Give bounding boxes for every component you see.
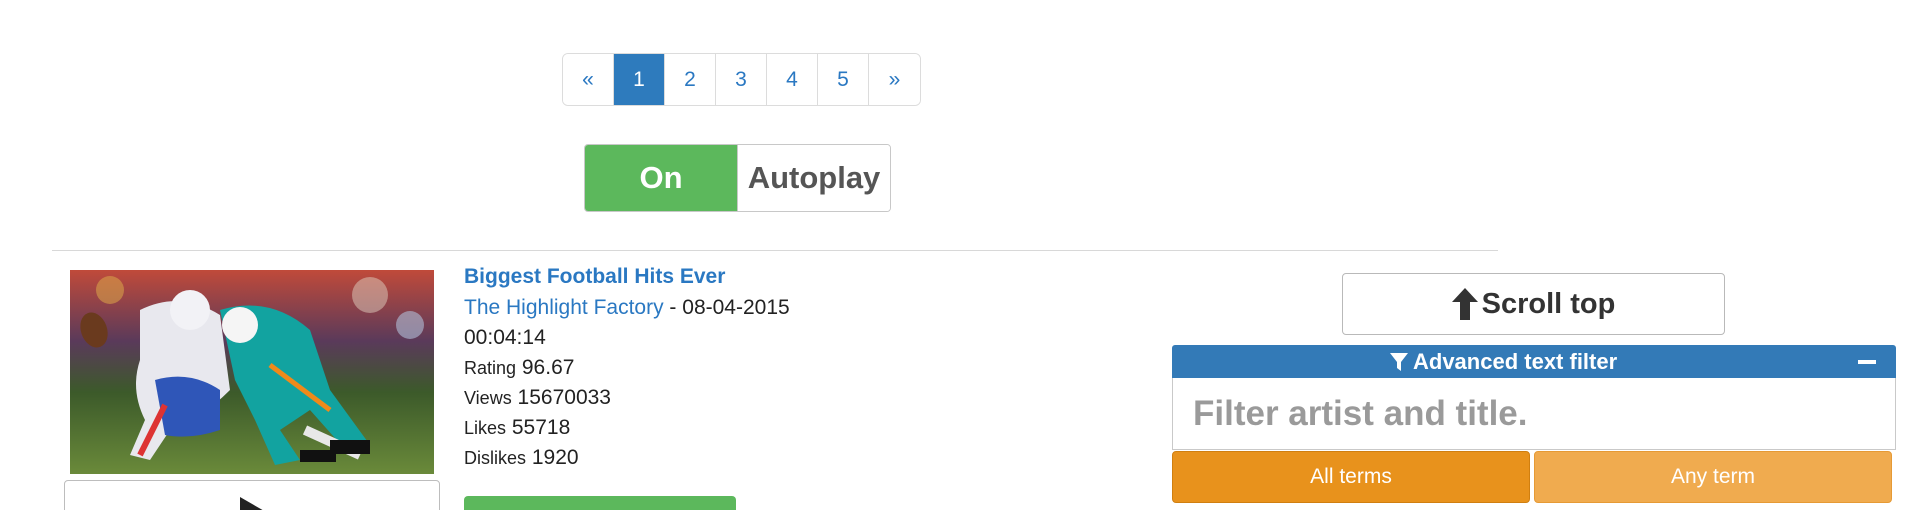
pagination: « 1 2 3 4 5 » [562, 53, 921, 106]
video-likes: Likes 55718 [464, 416, 570, 440]
autoplay-state-on: On [585, 145, 737, 211]
all-terms-button[interactable]: All terms [1172, 451, 1530, 503]
video-title-link[interactable]: Biggest Football Hits Ever [464, 265, 725, 289]
video-dislikes: Dislikes 1920 [464, 446, 579, 470]
video-thumbnail[interactable] [70, 270, 434, 474]
video-views: Views 15670033 [464, 386, 611, 410]
collapse-minus-icon[interactable] [1858, 360, 1876, 364]
advanced-text-filter-header: Advanced text filter [1172, 345, 1896, 378]
video-channel-line: The Highlight Factory - 08-04-2015 [464, 296, 790, 320]
pagination-page-2[interactable]: 2 [665, 54, 716, 105]
any-term-button[interactable]: Any term [1534, 451, 1892, 503]
filter-artist-title-input[interactable] [1172, 378, 1896, 450]
arrow-up-icon [1451, 288, 1478, 320]
rating-label: Rating [464, 358, 517, 378]
filter-icon [1390, 353, 1408, 371]
pagination-page-3[interactable]: 3 [716, 54, 767, 105]
rating-value: 96.67 [521, 356, 575, 379]
video-duration: 00:04:14 [464, 326, 546, 349]
play-icon [240, 497, 266, 510]
filter-title: Advanced text filter [1389, 349, 1617, 375]
autoplay-label: Autoplay [737, 145, 890, 211]
video-date: 08-04-2015 [682, 296, 790, 319]
date-separator: - [663, 296, 683, 319]
video-channel-link[interactable]: The Highlight Factory [464, 296, 664, 319]
autoplay-toggle[interactable]: On Autoplay [584, 144, 891, 212]
scroll-top-label: Scroll top [1481, 287, 1616, 320]
page: « 1 2 3 4 5 » On Autoplay Biggest Footba… [0, 0, 1910, 510]
football-tackle-thumbnail-icon [70, 270, 434, 474]
pagination-prev-button[interactable]: « [563, 54, 614, 105]
dislikes-label: Dislikes [464, 448, 527, 468]
divider [52, 250, 1498, 251]
views-label: Views [464, 388, 512, 408]
green-action-button[interactable] [464, 496, 736, 510]
pagination-page-1[interactable]: 1 [614, 54, 665, 105]
views-value: 15670033 [517, 386, 611, 409]
video-rating: Rating 96.67 [464, 356, 574, 380]
pagination-page-5[interactable]: 5 [818, 54, 869, 105]
scroll-top-button[interactable]: Scroll top [1342, 273, 1725, 335]
dislikes-value: 1920 [531, 446, 579, 469]
pagination-next-button[interactable]: » [869, 54, 920, 105]
pagination-page-4[interactable]: 4 [767, 54, 818, 105]
filter-title-label: Advanced text filter [1413, 349, 1618, 374]
likes-value: 55718 [511, 416, 571, 439]
likes-label: Likes [464, 418, 507, 438]
play-button[interactable] [64, 480, 440, 510]
